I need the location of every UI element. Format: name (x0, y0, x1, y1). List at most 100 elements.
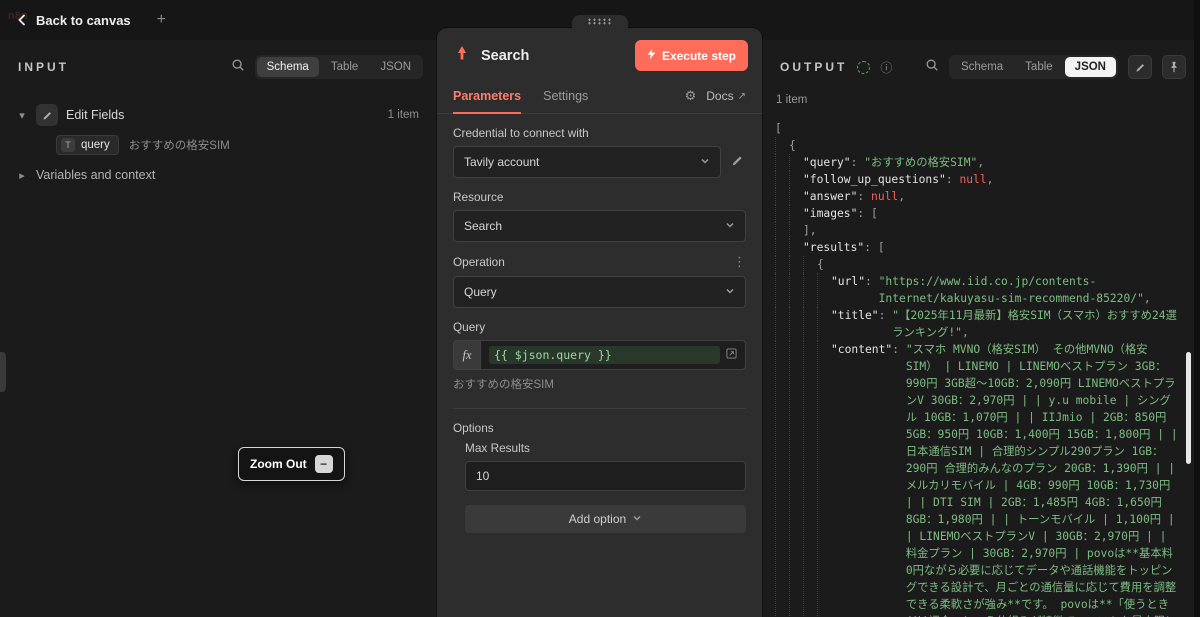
output-item-count: 1 item (776, 94, 808, 106)
info-icon[interactable]: ⓘ (880, 59, 892, 76)
arrow-left-icon (16, 14, 28, 26)
tab-json[interactable]: JSON (1064, 57, 1116, 77)
query-expression-input[interactable]: {{ $json.query }} (480, 340, 746, 370)
output-scrollbar[interactable] (1186, 352, 1191, 464)
string-type-icon: T (61, 138, 75, 152)
json-line: "images": [ (775, 205, 1178, 222)
max-results-label: Max Results (465, 441, 530, 455)
add-option-label: Add option (568, 512, 627, 526)
tab-json[interactable]: JSON (370, 57, 421, 77)
query-label: Query (453, 320, 486, 334)
tab-parameters[interactable]: Parameters (453, 79, 522, 114)
node-parameters-form: Credential to connect with Tavily accoun… (437, 114, 762, 549)
back-to-canvas-label: Back to canvas (36, 12, 131, 28)
credential-label: Credential to connect with (453, 126, 589, 140)
open-expression-editor-icon[interactable] (726, 346, 737, 364)
chevron-right-icon[interactable]: ▸ (16, 169, 28, 182)
operation-label: Operation (453, 255, 505, 269)
chevron-down-icon (632, 512, 642, 526)
minus-keycap: − (314, 455, 333, 473)
output-view-tabs: Schema Table JSON (948, 55, 1118, 79)
input-field-row[interactable]: T query おすすめの格安SIM (16, 130, 419, 160)
json-line: "query": "おすすめの格安SIM", (775, 154, 1178, 171)
search-icon[interactable] (925, 58, 939, 77)
input-schema-tree: ▾ Edit Fields 1 item T query おすすめの格安SIM … (0, 94, 437, 190)
edit-credential-button[interactable] (729, 152, 746, 172)
operation-value: Query (464, 285, 497, 299)
input-node-name: Edit Fields (66, 108, 125, 122)
n8n-node-detail-view: n8n Back to canvas + INPUT Schema Table JS… (0, 0, 1200, 617)
tab-schema[interactable]: Schema (256, 57, 319, 77)
input-panel: INPUT Schema Table JSON ▾ Edit Fields 1 it… (0, 40, 437, 617)
node-settings-panel: Search Execute step Parameters Settings … (437, 15, 762, 617)
collapsed-panel-handle[interactable] (0, 352, 6, 392)
zoom-out-label: Zoom Out (250, 457, 307, 471)
output-title: OUTPUT (780, 60, 848, 74)
edit-output-button[interactable] (1128, 55, 1152, 79)
output-panel: OUTPUT ⓘ Schema Table JSON 1 item [{"query… (762, 40, 1200, 617)
operation-select[interactable]: Query (453, 276, 746, 308)
field-pill-query[interactable]: T query (56, 135, 119, 155)
json-line: { (775, 137, 1178, 154)
node-header: Search Execute step (437, 28, 762, 79)
input-node-row[interactable]: ▾ Edit Fields 1 item (16, 100, 419, 130)
resource-select[interactable]: Search (453, 210, 746, 242)
tab-schema[interactable]: Schema (951, 57, 1013, 77)
chevron-down-icon (700, 155, 710, 169)
max-results-input[interactable] (465, 461, 746, 491)
input-item-count: 1 item (387, 109, 419, 121)
resource-value: Search (464, 219, 503, 233)
back-to-canvas-button[interactable]: Back to canvas (16, 13, 131, 28)
chevron-down-icon (725, 219, 735, 233)
query-expression-value: {{ $json.query }} (489, 346, 720, 364)
expression-toggle[interactable]: fx (453, 340, 480, 370)
docs-link[interactable]: Docs ↗ (706, 89, 746, 103)
drag-handle[interactable] (571, 15, 628, 28)
kebab-menu-icon[interactable]: ⋮ (733, 254, 746, 270)
variables-and-context-row[interactable]: ▸ Variables and context (16, 160, 419, 190)
variables-section-label: Variables and context (36, 168, 156, 182)
json-line: [ (775, 122, 782, 135)
lightning-icon (647, 48, 656, 63)
input-panel-header: INPUT Schema Table JSON (0, 40, 437, 94)
zoom-out-tooltip: Zoom Out − (238, 447, 345, 481)
execute-step-button[interactable]: Execute step (634, 40, 748, 71)
json-line: "title": "【2025年11月最新】格安SIM（スマホ）おすすめ24選ラ… (775, 307, 1178, 341)
options-divider (453, 408, 746, 409)
gear-icon[interactable]: ⚙ (685, 88, 697, 104)
json-line: { (775, 256, 1178, 273)
tab-table[interactable]: Table (1015, 57, 1063, 77)
json-output-tree[interactable]: [{"query": "おすすめの格安SIM", "follow_up_quest… (775, 120, 1178, 617)
node-tabs: Parameters Settings ⚙ Docs ↗ (437, 79, 762, 114)
credential-value: Tavily account (464, 155, 540, 169)
docs-label: Docs (706, 89, 734, 103)
chevron-down-icon (725, 285, 735, 299)
add-button[interactable]: + (151, 10, 172, 30)
json-line: "answer": null, (775, 188, 1178, 205)
field-name: query (81, 139, 110, 151)
resource-label: Resource (453, 190, 504, 204)
json-line: "follow_up_questions": null, (775, 171, 1178, 188)
drag-dots-icon (586, 18, 613, 25)
pin-data-button[interactable] (1162, 55, 1186, 79)
input-view-tabs: Schema Table JSON (254, 55, 423, 79)
output-panel-header: OUTPUT ⓘ Schema Table JSON (762, 40, 1200, 94)
edit-fields-node-icon (36, 104, 58, 126)
input-title: INPUT (18, 60, 69, 74)
json-line: "content": "スマホ MVNO（格安SIM） その他MVNO（格安SI… (775, 341, 1178, 617)
expression-preview: おすすめの格安SIM (453, 379, 554, 391)
window-edge (1194, 0, 1200, 617)
chevron-down-icon[interactable]: ▾ (16, 109, 28, 122)
json-line: "results": [ (775, 239, 1178, 256)
node-title: Search (481, 47, 530, 64)
json-line: ], (775, 222, 1178, 239)
search-icon[interactable] (231, 58, 245, 77)
external-link-icon: ↗ (737, 90, 746, 102)
credential-select[interactable]: Tavily account (453, 146, 721, 178)
tab-table[interactable]: Table (321, 57, 369, 77)
json-line: "url": "https://www.iid.co.jp/contents-I… (775, 273, 1178, 307)
options-label: Options (453, 421, 494, 435)
add-option-button[interactable]: Add option (465, 505, 746, 533)
tab-settings[interactable]: Settings (543, 79, 588, 113)
search-node-icon (453, 44, 471, 67)
